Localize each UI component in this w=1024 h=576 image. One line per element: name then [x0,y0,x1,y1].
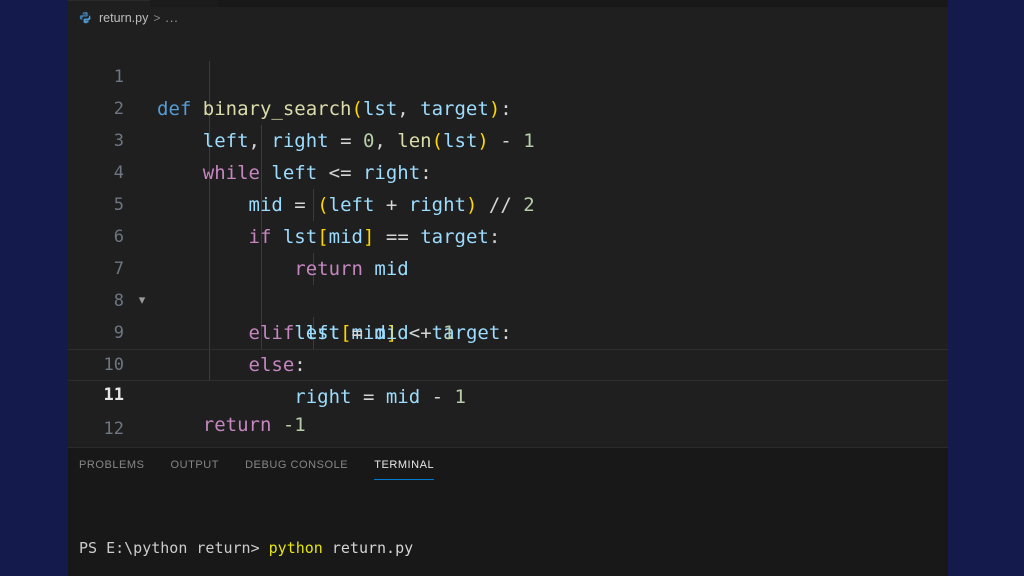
python-file-icon [79,11,91,24]
code-line[interactable]: 6 return mid [68,189,948,280]
code-editor[interactable]: 1 def binary_search(lst, target): 2 left… [68,29,948,447]
editor-tab-bar-remainder [150,0,218,7]
breadcrumb-file[interactable]: return.py [99,11,148,25]
tab-problems[interactable]: PROBLEMS [79,448,145,483]
panel-tab-bar: PROBLEMS OUTPUT DEBUG CONSOLE TERMINAL [68,448,948,483]
terminal-command-arg: return.py [322,539,414,557]
code-line[interactable]: 2 left, right = 0, len(lst) - 1 [68,61,948,152]
code-line[interactable]: 3 while left <= right: [68,93,948,184]
code-line[interactable]: 12 [68,381,948,439]
code-line[interactable]: 1 def binary_search(lst, target): [68,29,948,120]
breadcrumb-separator: > [153,11,161,25]
code-line[interactable]: 5 if lst[mid] == target: [68,157,948,248]
code-line[interactable]: 9 else: [68,285,948,376]
code-line[interactable]: 4 mid = (left + right) // 2 [68,125,948,216]
terminal-prompt: PS E:\python return> [79,539,269,557]
breadcrumb-overflow[interactable]: ... [165,11,178,25]
tab-debug-console[interactable]: DEBUG CONSOLE [245,448,348,483]
editor-tab-return-py[interactable] [68,0,150,7]
vscode-window: return.py > ... 1 def binary_search(lst,… [68,0,948,576]
editor-tab-bar [68,0,948,7]
terminal-line-command: PS E:\python return> python return.py [79,537,948,560]
code-line[interactable]: 13 print(binary_search([1, 2, 3, 4, 5], … [68,413,948,445]
code-line[interactable]: 8 left = mid + 1 [68,253,948,344]
tab-output[interactable]: OUTPUT [171,448,220,483]
tab-terminal[interactable]: TERMINAL [374,448,435,483]
code-line[interactable]: 7 ▾ elif lst[mid] < target: [68,221,948,344]
terminal-command-name: python [268,539,323,557]
bottom-panel: PROBLEMS OUTPUT DEBUG CONSOLE TERMINAL P… [68,447,948,576]
desktop-background: return.py > ... 1 def binary_search(lst,… [0,0,1024,576]
code-line[interactable]: 10 right = mid - 1 [68,317,948,408]
terminal-output[interactable]: PS E:\python return> python return.py -1… [68,483,948,576]
code-line-active[interactable]: 11 return -1 [68,349,948,436]
breadcrumb[interactable]: return.py > ... [68,7,948,29]
